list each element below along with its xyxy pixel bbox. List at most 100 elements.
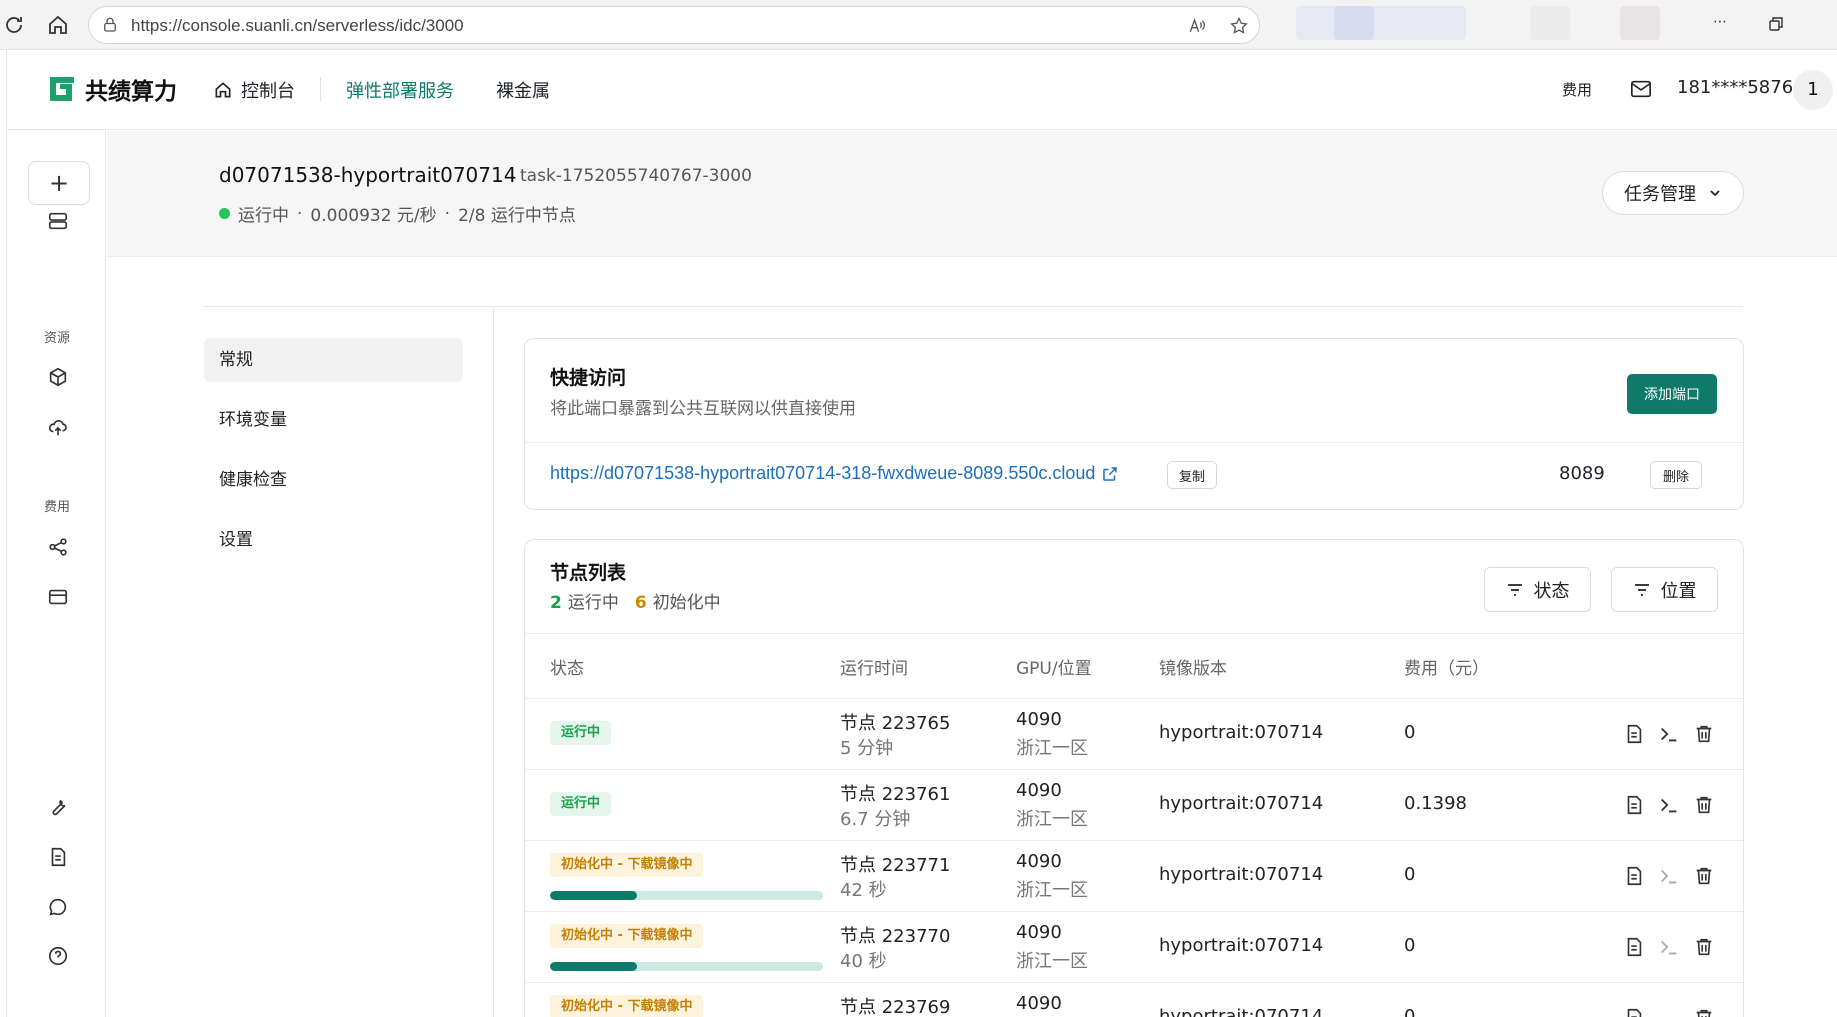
- status-badge: 初始化中 - 下载镜像中: [550, 995, 704, 1017]
- sidebar-section-resources: 资源: [43, 331, 70, 346]
- table-row[interactable]: 运行中 节点 223765 5 分钟 4090 浙江一区 hyportrait:…: [525, 698, 1743, 769]
- public-url-link[interactable]: https://d07071538-hyportrait070714-318-f…: [550, 463, 1119, 484]
- nav-console[interactable]: 控制台: [213, 77, 295, 103]
- create-button[interactable]: +: [28, 161, 90, 205]
- submenu-health-check[interactable]: 健康检查: [204, 458, 463, 502]
- table-row[interactable]: 初始化中 - 下载镜像中 节点 223769 4090 hyportrait:0…: [525, 982, 1743, 1017]
- favorite-star-icon[interactable]: [1229, 16, 1249, 36]
- task-nodes: 2/8 运行中节点: [458, 206, 576, 226]
- document-icon[interactable]: [47, 846, 69, 868]
- task-name: d07071538-hyportrait070714: [219, 163, 517, 187]
- table-row[interactable]: 初始化中 - 下载镜像中 节点 223770 40 秒 4090 浙江一区 hy…: [525, 911, 1743, 982]
- nav-serverless[interactable]: 弹性部署服务: [346, 77, 454, 103]
- filter-location-button[interactable]: 位置: [1611, 567, 1718, 612]
- log-icon[interactable]: [1623, 723, 1645, 745]
- column-header-cost: 费用（元）: [1404, 659, 1489, 679]
- read-aloud-icon[interactable]: [1187, 16, 1207, 36]
- filter-status-button[interactable]: 状态: [1484, 567, 1591, 612]
- node-counts: 2 运行中 6 初始化中: [550, 588, 721, 613]
- task-manage-dropdown[interactable]: 任务管理: [1602, 171, 1744, 215]
- status-badge: 运行中: [550, 792, 612, 816]
- status-dot-icon: [219, 208, 230, 219]
- reload-icon[interactable]: [2, 13, 26, 37]
- log-icon[interactable]: [1623, 936, 1645, 958]
- avatar[interactable]: 1: [1793, 70, 1833, 110]
- profile-area: [1620, 6, 1660, 40]
- trash-icon[interactable]: [1693, 794, 1715, 816]
- init-count: 6: [634, 593, 647, 613]
- trash-icon[interactable]: [1693, 723, 1715, 745]
- wrench-icon[interactable]: [47, 796, 69, 818]
- task-status: 运行中: [238, 206, 289, 226]
- separator-dot: ·: [297, 203, 303, 224]
- left-sidebar: + 资源 费用: [6, 131, 106, 1017]
- card-divider: [525, 633, 1743, 634]
- task-id: task-1752055740767-3000: [520, 166, 752, 186]
- node-region: 浙江一区: [1016, 951, 1088, 972]
- user-phone[interactable]: 181****5876: [1677, 77, 1793, 98]
- home-icon[interactable]: [46, 13, 70, 37]
- submenu-settings[interactable]: 设置: [204, 518, 463, 562]
- copy-button[interactable]: 复制: [1167, 461, 1217, 489]
- delete-port-button[interactable]: 删除: [1650, 461, 1702, 489]
- log-icon[interactable]: [1623, 1007, 1645, 1017]
- fees-link[interactable]: 费用: [1562, 79, 1592, 100]
- profile-area: [1530, 6, 1570, 40]
- nav-divider: [320, 77, 321, 101]
- column-header-runtime: 运行时间: [840, 659, 908, 679]
- lock-icon[interactable]: [101, 16, 119, 34]
- nav-bare-metal-label: 裸金属: [496, 81, 550, 102]
- minimize-icon[interactable]: ⋯: [1713, 14, 1727, 30]
- add-port-button[interactable]: 添加端口: [1627, 374, 1717, 414]
- share-icon[interactable]: [47, 536, 69, 558]
- node-runtime: 42 秒: [840, 880, 887, 901]
- credit-card-icon[interactable]: [47, 586, 69, 608]
- profile-area: [1296, 6, 1466, 40]
- node-list-card: 节点列表 2 运行中 6 初始化中 状态 位置 状态 运行时间 GPU/位置 镜像版本…: [524, 539, 1744, 1017]
- public-url-text: https://d07071538-hyportrait070714-318-f…: [550, 463, 1096, 483]
- nav-bare-metal[interactable]: 裸金属: [496, 77, 550, 103]
- submenu-env-vars[interactable]: 环境变量: [204, 398, 463, 442]
- cloud-upload-icon[interactable]: [47, 416, 69, 438]
- terminal-icon[interactable]: [1658, 723, 1680, 745]
- node-list-title: 节点列表: [550, 562, 627, 584]
- init-label: 初始化中: [652, 593, 721, 613]
- filter-icon: [1634, 583, 1649, 596]
- node-image: hyportrait:070714: [1159, 793, 1324, 814]
- node-region: 浙江一区: [1016, 738, 1088, 759]
- table-row[interactable]: 初始化中 - 下载镜像中 节点 223771 42 秒 4090 浙江一区 hy…: [525, 840, 1743, 911]
- log-icon[interactable]: [1623, 865, 1645, 887]
- node-region: 浙江一区: [1016, 809, 1088, 830]
- trash-icon[interactable]: [1693, 936, 1715, 958]
- column-header-status: 状态: [550, 659, 584, 679]
- task-price: 0.000932 元/秒: [310, 206, 437, 226]
- trash-icon[interactable]: [1693, 865, 1715, 887]
- table-row[interactable]: 运行中 节点 223761 6.7 分钟 4090 浙江一区 hyportrai…: [525, 769, 1743, 840]
- terminal-icon[interactable]: [1658, 794, 1680, 816]
- log-icon[interactable]: [1623, 794, 1645, 816]
- chat-icon[interactable]: [47, 896, 69, 918]
- plus-icon: +: [48, 169, 70, 197]
- task-manage-label: 任务管理: [1624, 184, 1696, 205]
- node-gpu: 4090: [1016, 780, 1062, 801]
- brand-logo[interactable]: 共绩算力: [47, 72, 177, 106]
- column-header-gpu: GPU/位置: [1016, 659, 1092, 679]
- node-image: hyportrait:070714: [1159, 864, 1324, 885]
- node-gpu: 4090: [1016, 709, 1062, 730]
- cube-icon[interactable]: [47, 366, 69, 388]
- node-id: 节点 223765: [840, 713, 951, 734]
- server-icon[interactable]: [47, 210, 69, 232]
- submenu-divider: [493, 307, 494, 1017]
- filter-status-label: 状态: [1533, 580, 1570, 602]
- mail-icon[interactable]: [1630, 79, 1652, 99]
- address-bar[interactable]: https://console.suanli.cn/serverless/idc…: [88, 6, 1260, 44]
- submenu-general[interactable]: 常规: [204, 338, 463, 382]
- node-image: hyportrait:070714: [1159, 722, 1324, 743]
- brand-name: 共绩算力: [85, 79, 177, 105]
- trash-icon[interactable]: [1693, 1007, 1715, 1017]
- content-divider: [203, 306, 1743, 307]
- node-region: 浙江一区: [1016, 880, 1088, 901]
- node-id: 节点 223770: [840, 926, 951, 947]
- restore-window-icon[interactable]: [1768, 16, 1784, 32]
- help-icon[interactable]: [47, 945, 69, 967]
